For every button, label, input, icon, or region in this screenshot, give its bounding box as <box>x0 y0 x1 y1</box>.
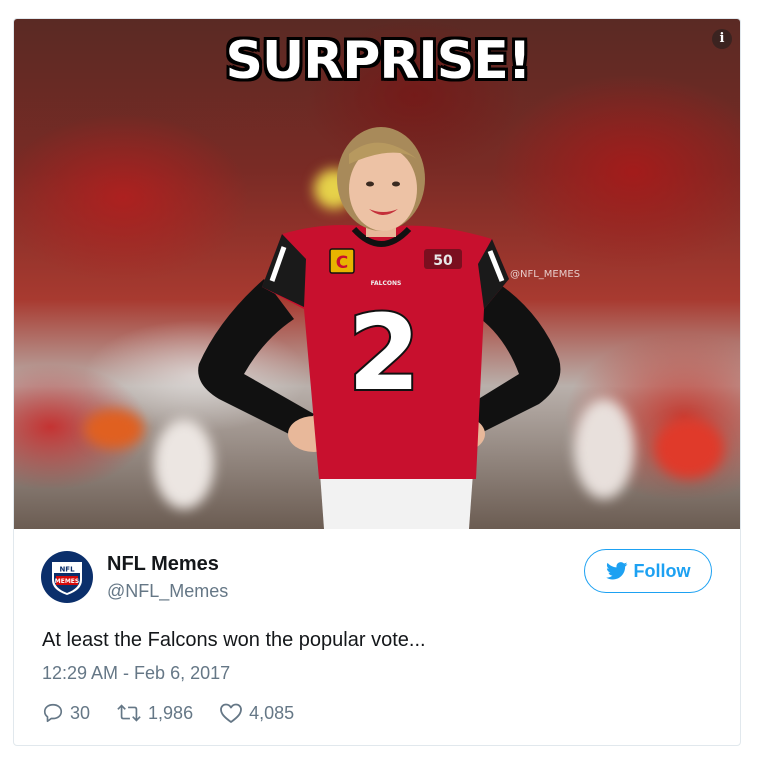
heart-icon <box>220 703 242 723</box>
retweet-icon <box>117 704 141 722</box>
tweet-media-image[interactable]: C 50 FALCONS 2 SURPRISE! @NFL_MEMES i <box>14 19 740 529</box>
watermark: @NFL_MEMES <box>510 269 581 280</box>
avatar-text: NFL <box>59 566 75 574</box>
like-count: 4,085 <box>249 702 295 723</box>
meme-caption: SURPRISE! <box>225 31 532 91</box>
eye <box>366 181 374 187</box>
player-figure: C 50 FALCONS 2 <box>198 127 561 529</box>
captain-patch-letter: C <box>336 253 348 273</box>
reply-count: 30 <box>70 702 91 723</box>
jersey-number: 2 <box>348 292 420 414</box>
nfl-shield-icon: NFL MEMES <box>52 562 82 595</box>
author-name[interactable]: NFL Memes <box>107 553 219 576</box>
follow-button[interactable]: Follow <box>584 549 712 593</box>
like-button[interactable]: 4,085 <box>219 702 294 724</box>
eye <box>392 181 400 187</box>
retweet-count: 1,986 <box>148 702 194 723</box>
tweet-actions: 30 1,986 4,085 <box>42 702 320 724</box>
avatar[interactable]: NFL MEMES <box>41 551 93 603</box>
reply-icon <box>43 703 63 723</box>
jersey-wordmark: FALCONS <box>371 280 402 287</box>
info-icon[interactable]: i <box>712 29 732 49</box>
twitter-bird-icon <box>605 562 627 580</box>
retweet-button[interactable]: 1,986 <box>116 702 193 724</box>
tweet-card: C 50 FALCONS 2 SURPRISE! @NFL_MEMES i NF… <box>13 18 741 746</box>
author-handle[interactable]: @NFL_Memes <box>107 581 228 602</box>
avatar-subtext: MEMES <box>55 578 79 585</box>
tweet-timestamp[interactable]: 12:29 AM - Feb 6, 2017 <box>42 663 230 684</box>
anniversary-patch-text: 50 <box>433 253 453 269</box>
follow-label: Follow <box>633 560 691 581</box>
tweet-text: At least the Falcons won the popular vot… <box>42 629 426 651</box>
reply-button[interactable]: 30 <box>42 702 90 724</box>
